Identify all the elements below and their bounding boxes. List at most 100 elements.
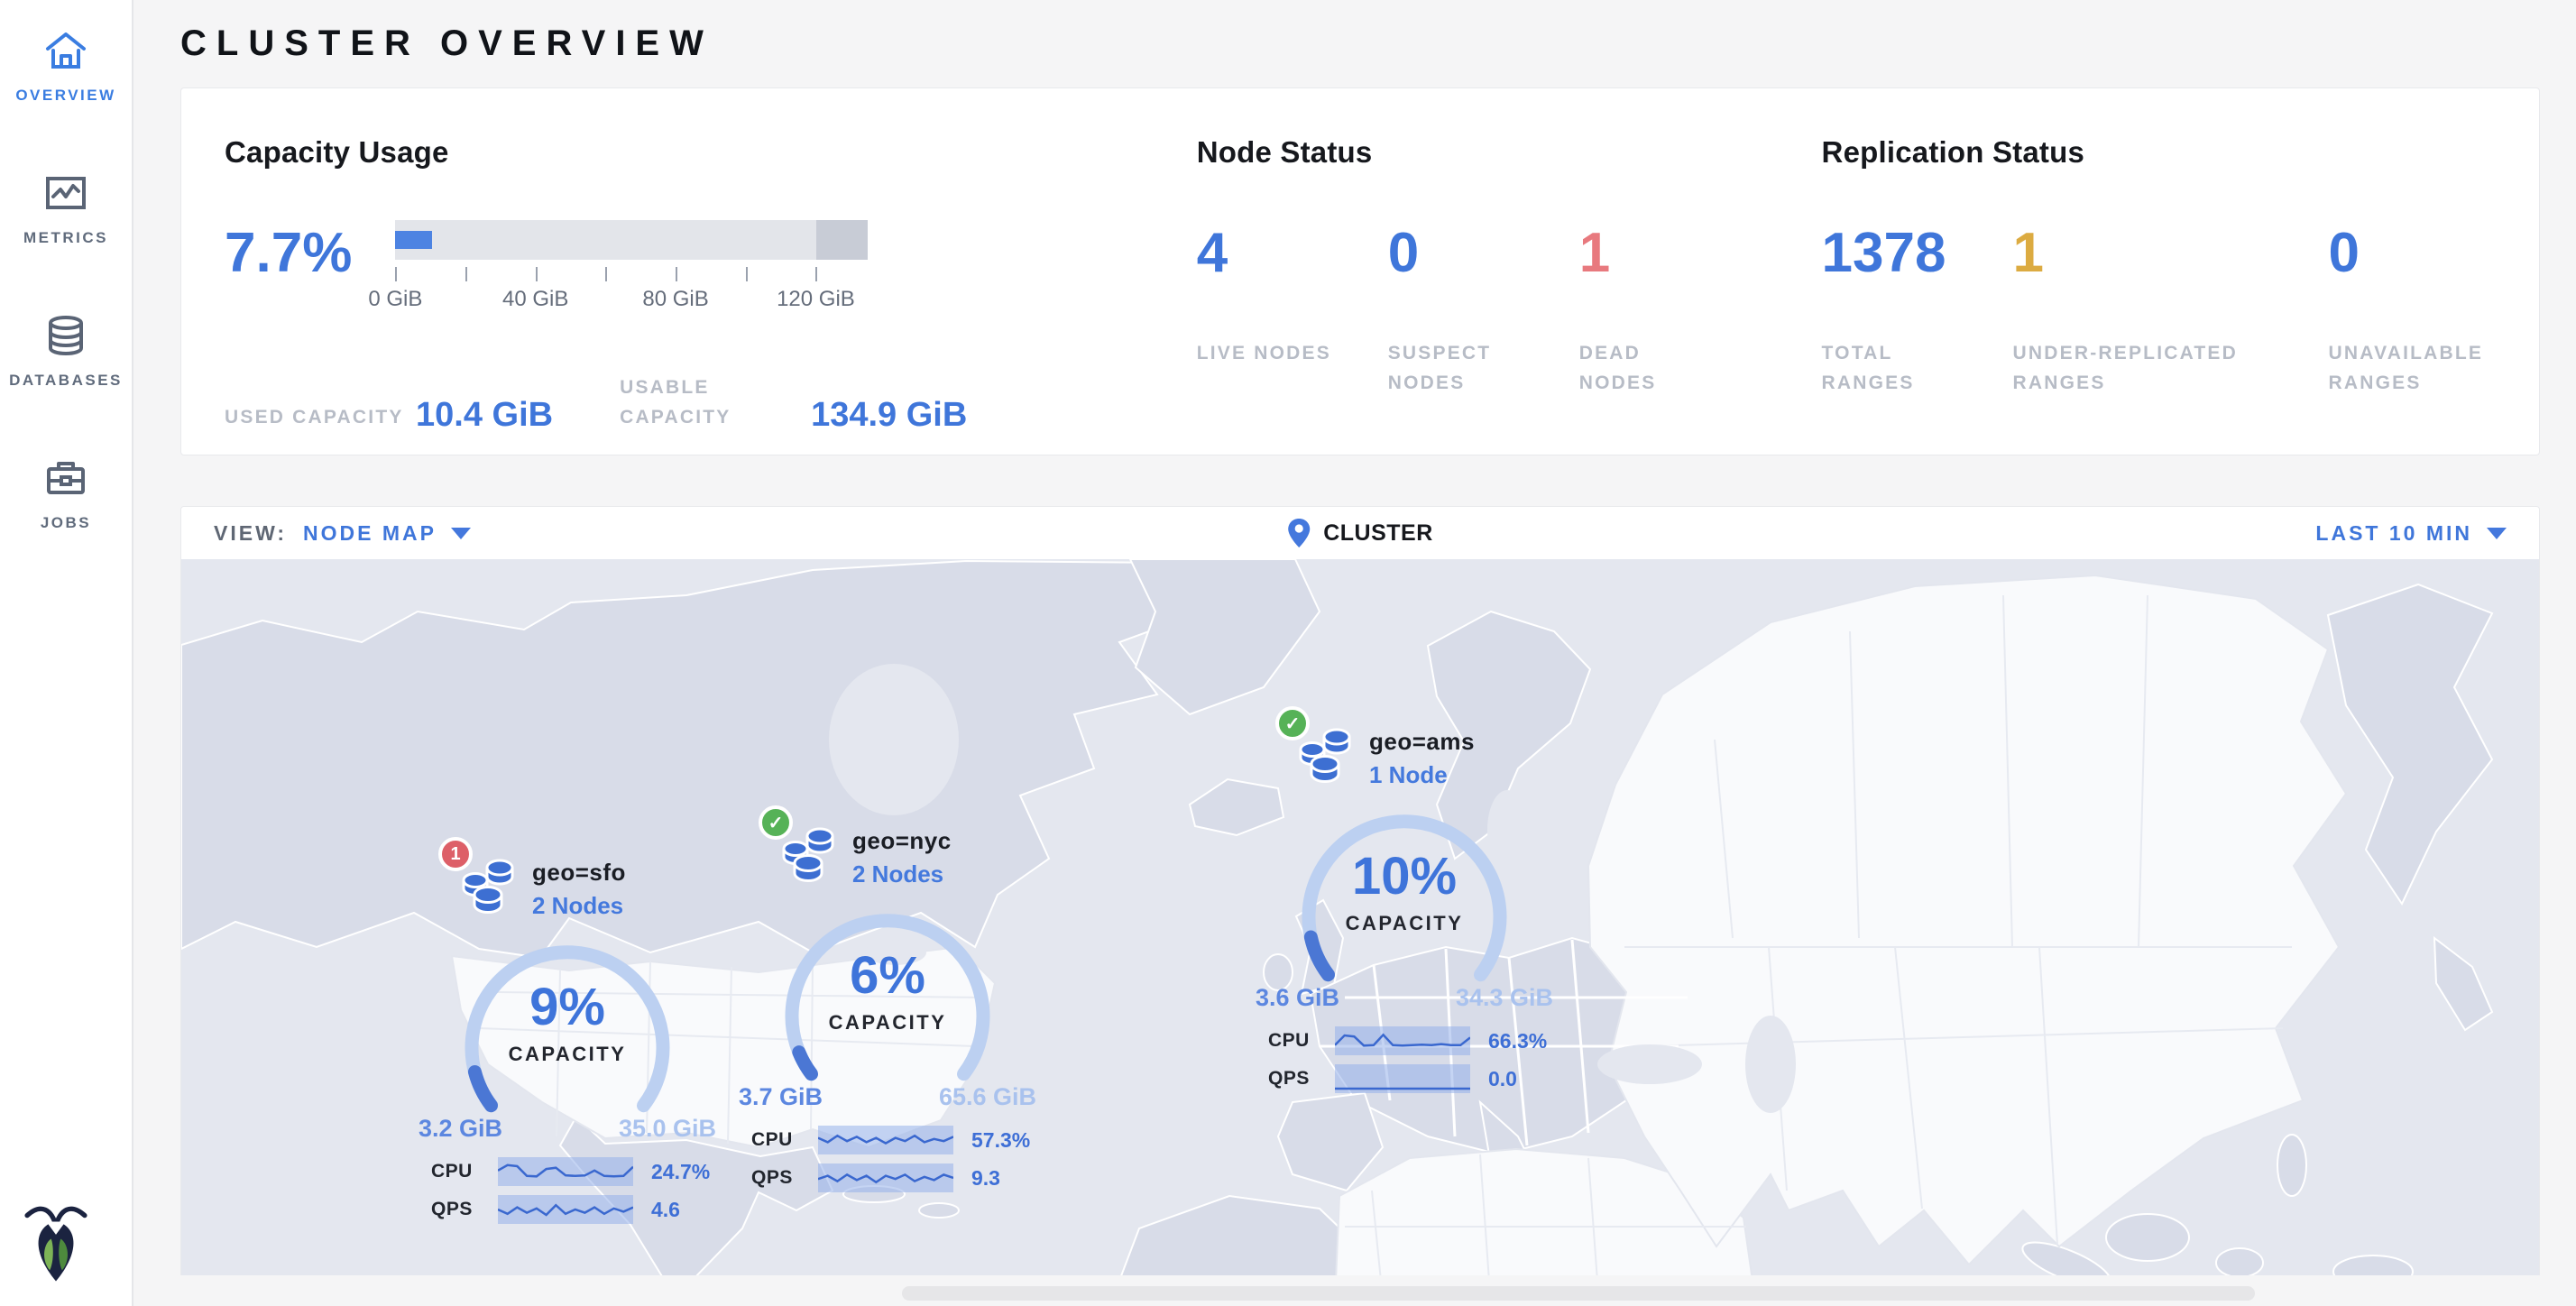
sidebar-item-label: JOBS bbox=[41, 514, 91, 532]
cpu-label: CPU bbox=[1268, 1030, 1335, 1052]
capacity-gauge: 9% CAPACITY bbox=[450, 929, 685, 1127]
locality-marker-ams[interactable]: ✓ geo=ams 1 Node bbox=[1256, 726, 1553, 1093]
unavailable-ranges-label: UNAVAILABLE RANGES bbox=[2329, 339, 2527, 398]
sidebar-item-jobs[interactable]: JOBS bbox=[41, 455, 91, 532]
capacity-usage-title: Capacity Usage bbox=[225, 135, 1197, 170]
hudson-bay bbox=[829, 664, 959, 815]
gauge-percent: 10% bbox=[1287, 851, 1522, 903]
usable-capacity-label: USABLE CAPACITY bbox=[620, 373, 807, 432]
cpu-sparkline bbox=[498, 1157, 633, 1186]
land-greenland bbox=[1130, 559, 1320, 714]
land-asia bbox=[1588, 575, 2346, 1265]
locality-node-count[interactable]: 2 Nodes bbox=[532, 892, 626, 920]
cpu-value: 24.7% bbox=[651, 1160, 710, 1184]
databases-icon bbox=[42, 312, 89, 359]
land-fareast-russia bbox=[2328, 584, 2492, 904]
locality-name: geo=ams bbox=[1369, 728, 1475, 756]
home-icon bbox=[42, 27, 89, 74]
used-capacity-label: USED CAPACITY bbox=[225, 403, 412, 433]
sidebar-item-label: DATABASES bbox=[9, 372, 123, 390]
cockroachdb-logo bbox=[22, 1200, 90, 1286]
live-nodes-label: LIVE NODES bbox=[1197, 339, 1332, 369]
page-title: CLUSTER OVERVIEW bbox=[135, 0, 2576, 64]
healthy-check-badge: ✓ bbox=[759, 805, 793, 840]
cpu-value: 66.3% bbox=[1488, 1029, 1547, 1053]
bottom-strip bbox=[135, 1275, 2576, 1306]
qps-label: QPS bbox=[1268, 1068, 1335, 1090]
land-philippines bbox=[2277, 1135, 2306, 1196]
world-map[interactable]: 1 geo=sfo 2 Nodes bbox=[181, 559, 2539, 1280]
sidebar: OVERVIEW METRICS DATABASES JOBS bbox=[0, 0, 133, 1306]
dead-nodes-value: 1 bbox=[1579, 225, 1771, 281]
capacity-bar bbox=[395, 220, 868, 260]
qps-sparkline bbox=[818, 1163, 953, 1192]
sidebar-item-databases[interactable]: DATABASES bbox=[9, 312, 123, 390]
total-ranges-label: TOTAL RANGES bbox=[1822, 339, 1966, 398]
cluster-summary-card: Capacity Usage 7.7% 0 GiB40 GiB80 GiB120… bbox=[180, 87, 2540, 455]
capacity-bar-other-segment bbox=[816, 220, 869, 260]
locality-name: geo=sfo bbox=[532, 859, 626, 887]
suspect-nodes-value: 0 bbox=[1388, 225, 1579, 281]
cpu-sparkline bbox=[1335, 1026, 1470, 1055]
replication-status-section: Replication Status 1378 TOTAL RANGES 1 U… bbox=[1822, 135, 2539, 455]
qps-label: QPS bbox=[431, 1199, 498, 1220]
cpu-stat-row: CPU 66.3% bbox=[1268, 1026, 1553, 1055]
dead-nodes-stat: 1 DEAD NODES bbox=[1579, 225, 1771, 398]
map-pin-icon bbox=[1287, 518, 1311, 548]
locality-name: geo=nyc bbox=[852, 827, 952, 855]
view-selector[interactable]: NODE MAP bbox=[303, 521, 471, 546]
locality-node-count[interactable]: 1 Node bbox=[1369, 761, 1475, 789]
chevron-down-icon bbox=[2487, 528, 2507, 539]
view-selector-value: NODE MAP bbox=[303, 521, 437, 546]
qps-stat-row: QPS 9.3 bbox=[751, 1163, 1036, 1192]
under-replicated-ranges-value: 1 bbox=[2013, 225, 2329, 281]
metrics-icon bbox=[42, 170, 89, 216]
live-nodes-stat: 4 LIVE NODES bbox=[1197, 225, 1388, 398]
node-status-title: Node Status bbox=[1197, 135, 1822, 170]
locality-node-count[interactable]: 2 Nodes bbox=[852, 860, 952, 888]
locality-marker-nyc[interactable]: ✓ geo=nyc 2 Nodes bbox=[739, 825, 1036, 1192]
locality-marker-sfo[interactable]: 1 geo=sfo 2 Nodes bbox=[419, 857, 716, 1224]
black-sea bbox=[1597, 1044, 1702, 1084]
capacity-usage-section: Capacity Usage 7.7% 0 GiB40 GiB80 GiB120… bbox=[225, 135, 1197, 455]
node-status-section: Node Status 4 LIVE NODES 0 SUSPECT NODES… bbox=[1197, 135, 1822, 455]
qps-sparkline bbox=[1335, 1064, 1470, 1093]
view-label: VIEW: bbox=[214, 521, 287, 546]
horizontal-scrollbar[interactable] bbox=[902, 1286, 2255, 1301]
healthy-check-badge: ✓ bbox=[1275, 706, 1310, 740]
replication-status-title: Replication Status bbox=[1822, 135, 2539, 170]
sidebar-item-metrics[interactable]: METRICS bbox=[23, 170, 108, 247]
live-nodes-value: 4 bbox=[1197, 225, 1388, 281]
total-ranges-stat: 1378 TOTAL RANGES bbox=[1822, 225, 2013, 398]
land-hispaniola bbox=[919, 1203, 959, 1218]
land-iberia bbox=[1278, 1093, 1383, 1191]
qps-value: 9.3 bbox=[971, 1166, 1000, 1191]
time-range-selector[interactable]: LAST 10 MIN bbox=[2315, 521, 2507, 546]
node-map-card: VIEW: NODE MAP CLUSTER LAST 10 MIN bbox=[180, 506, 2540, 1280]
usable-capacity-stat: USABLE CAPACITY 134.9 GiB bbox=[620, 373, 967, 432]
gauge-caption: CAPACITY bbox=[770, 1011, 1005, 1035]
nodes-stack-icon bbox=[1297, 726, 1353, 786]
gauge-percent: 6% bbox=[770, 950, 1005, 1002]
breadcrumb-label: CLUSTER bbox=[1323, 520, 1433, 547]
unavailable-ranges-stat: 0 UNAVAILABLE RANGES bbox=[2329, 225, 2536, 398]
map-toolbar: VIEW: NODE MAP CLUSTER LAST 10 MIN bbox=[181, 507, 2539, 559]
used-capacity-value: 10.4 GiB bbox=[416, 398, 553, 432]
time-range-value: LAST 10 MIN bbox=[2315, 521, 2472, 546]
sidebar-item-label: OVERVIEW bbox=[15, 87, 115, 105]
qps-value: 4.6 bbox=[651, 1198, 680, 1222]
breadcrumb: CLUSTER bbox=[1287, 518, 1433, 548]
dead-nodes-label: DEAD NODES bbox=[1579, 339, 1715, 398]
sidebar-item-overview[interactable]: OVERVIEW bbox=[15, 27, 115, 105]
dead-node-badge: 1 bbox=[438, 837, 473, 871]
cpu-value: 57.3% bbox=[971, 1128, 1030, 1153]
capacity-axis: 0 GiB40 GiB80 GiB120 GiB bbox=[395, 267, 868, 287]
capacity-gauge: 10% CAPACITY bbox=[1287, 798, 1522, 997]
gauge-caption: CAPACITY bbox=[1287, 912, 1522, 935]
cpu-stat-row: CPU 24.7% bbox=[431, 1157, 716, 1186]
main-content: CLUSTER OVERVIEW Capacity Usage 7.7% 0 G… bbox=[135, 0, 2576, 1306]
under-replicated-ranges-stat: 1 UNDER-REPLICATED RANGES bbox=[2013, 225, 2329, 398]
land-borneo bbox=[2106, 1214, 2189, 1261]
capacity-bar-fill bbox=[395, 231, 431, 249]
qps-value: 0.0 bbox=[1488, 1067, 1517, 1091]
